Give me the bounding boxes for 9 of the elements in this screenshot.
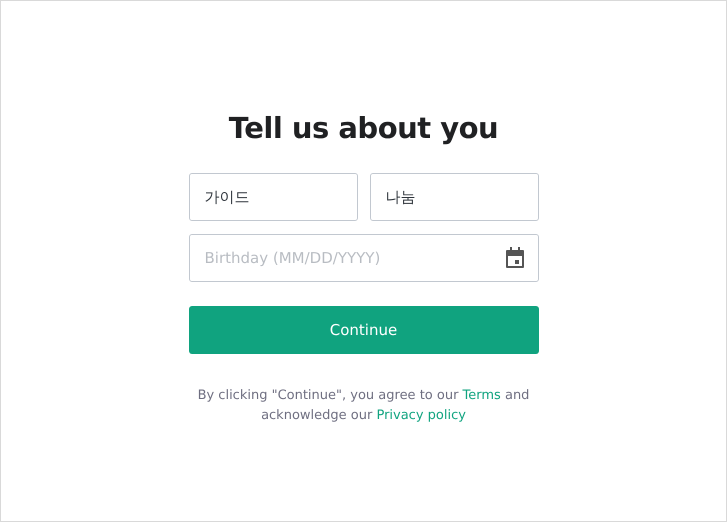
continue-button[interactable]: Continue xyxy=(188,306,538,354)
birthday-field[interactable]: Birthday (MM/DD/YYYY) xyxy=(188,234,538,282)
privacy-policy-link[interactable]: Privacy policy xyxy=(376,408,466,423)
name-field[interactable]: 가이드 xyxy=(188,173,358,221)
legal-text: By clicking "Continue", you agree to our Terms and acknowledge our Privacy policy xyxy=(196,387,530,425)
calendar-icon[interactable] xyxy=(504,247,524,269)
page-title: Tell us about you xyxy=(228,111,498,145)
name-field[interactable]: 나눔 xyxy=(370,173,538,221)
terms-link[interactable]: Terms xyxy=(462,388,501,403)
